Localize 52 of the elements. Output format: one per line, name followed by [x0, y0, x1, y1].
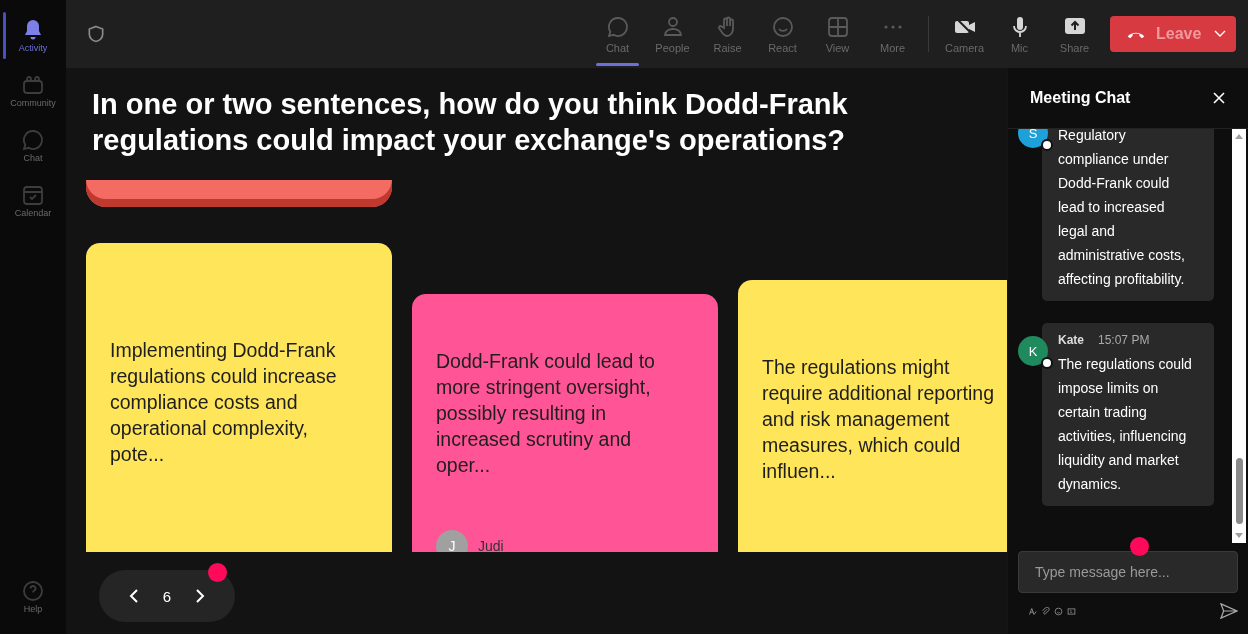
help-icon: [21, 579, 45, 603]
scrollbar-thumb[interactable]: [1235, 458, 1243, 524]
grid-icon: [825, 14, 850, 39]
smiley-icon: [770, 14, 795, 39]
page-number: 6: [162, 587, 172, 605]
author-avatar: J: [436, 530, 468, 552]
toolbar-button[interactable]: Mic: [992, 0, 1047, 68]
toolbar-tab[interactable]: View: [810, 0, 865, 68]
toolbar-button[interactable]: Camera: [937, 0, 992, 68]
toolbar-tab[interactable]: React: [755, 0, 810, 68]
format-icon[interactable]: [1028, 606, 1037, 616]
leave-button[interactable]: Leave: [1110, 16, 1236, 52]
user-avatar: K: [1018, 336, 1048, 366]
shield-icon: [86, 24, 106, 44]
user-avatar: S: [1018, 129, 1048, 148]
rail-item[interactable]: Chat: [0, 118, 66, 173]
toolbar-tab[interactable]: People: [645, 0, 700, 68]
gif-icon[interactable]: [1067, 606, 1076, 616]
message-text: Regulatory compliance under Dodd-Frank could lead to increased legal and administrative costs, affecting profitability.: [1058, 129, 1186, 289]
author-name: Judi: [478, 538, 504, 552]
response-text: Implementing Dodd-Frank regulations could increase compliance costs and operational complexity, pote...: [110, 338, 338, 467]
emoji-icon[interactable]: [1054, 606, 1063, 616]
scrollbar[interactable]: [1232, 129, 1246, 543]
send-icon[interactable]: [1220, 603, 1238, 619]
close-button[interactable]: [1212, 91, 1226, 105]
help-button[interactable]: Help: [0, 569, 66, 624]
question-title: In one or two sentences, how do you think Dodd-Frank regulations could impact your exchange's operations?: [92, 87, 849, 158]
toolbar-button[interactable]: Share: [1047, 0, 1102, 68]
toolbar-tab[interactable]: Raise: [700, 0, 755, 68]
more-icon: [883, 24, 902, 29]
toolbar-tab[interactable]: Chat: [590, 0, 645, 68]
chat-icon: [605, 14, 630, 39]
chat-icon: [21, 128, 45, 152]
message-text: The regulations could impose limits on certain trading activities, influencing liquidity and market dynamics.: [1058, 355, 1193, 494]
chevron-left-icon: [128, 588, 139, 604]
sender-name: Kate: [1058, 332, 1084, 349]
scroll-down-icon[interactable]: [1235, 533, 1243, 538]
rail-item[interactable]: Activity: [0, 8, 66, 63]
toolbar-tab[interactable]: More: [865, 0, 920, 68]
response-text: Dodd-Frank could lead to more stringent oversight, possibly resulting in increased scrutiny and oper...: [436, 349, 656, 478]
chat-title: Meeting Chat: [1030, 89, 1131, 107]
community-icon: [21, 73, 45, 97]
message-input[interactable]: Type message here...: [1018, 551, 1238, 593]
calendar-icon: [21, 183, 45, 207]
message-time: 15:07 PM: [1098, 332, 1150, 349]
rail-item[interactable]: Community: [0, 63, 66, 118]
chevron-right-icon: [195, 588, 206, 604]
attach-icon[interactable]: [1041, 606, 1050, 616]
caret-icon: [1214, 30, 1226, 38]
rail-item[interactable]: Calendar: [0, 173, 66, 228]
response-text: The regulations might require additional reporting and risk management measures, which could influen...: [762, 355, 995, 484]
scroll-up-icon[interactable]: [1235, 134, 1243, 139]
